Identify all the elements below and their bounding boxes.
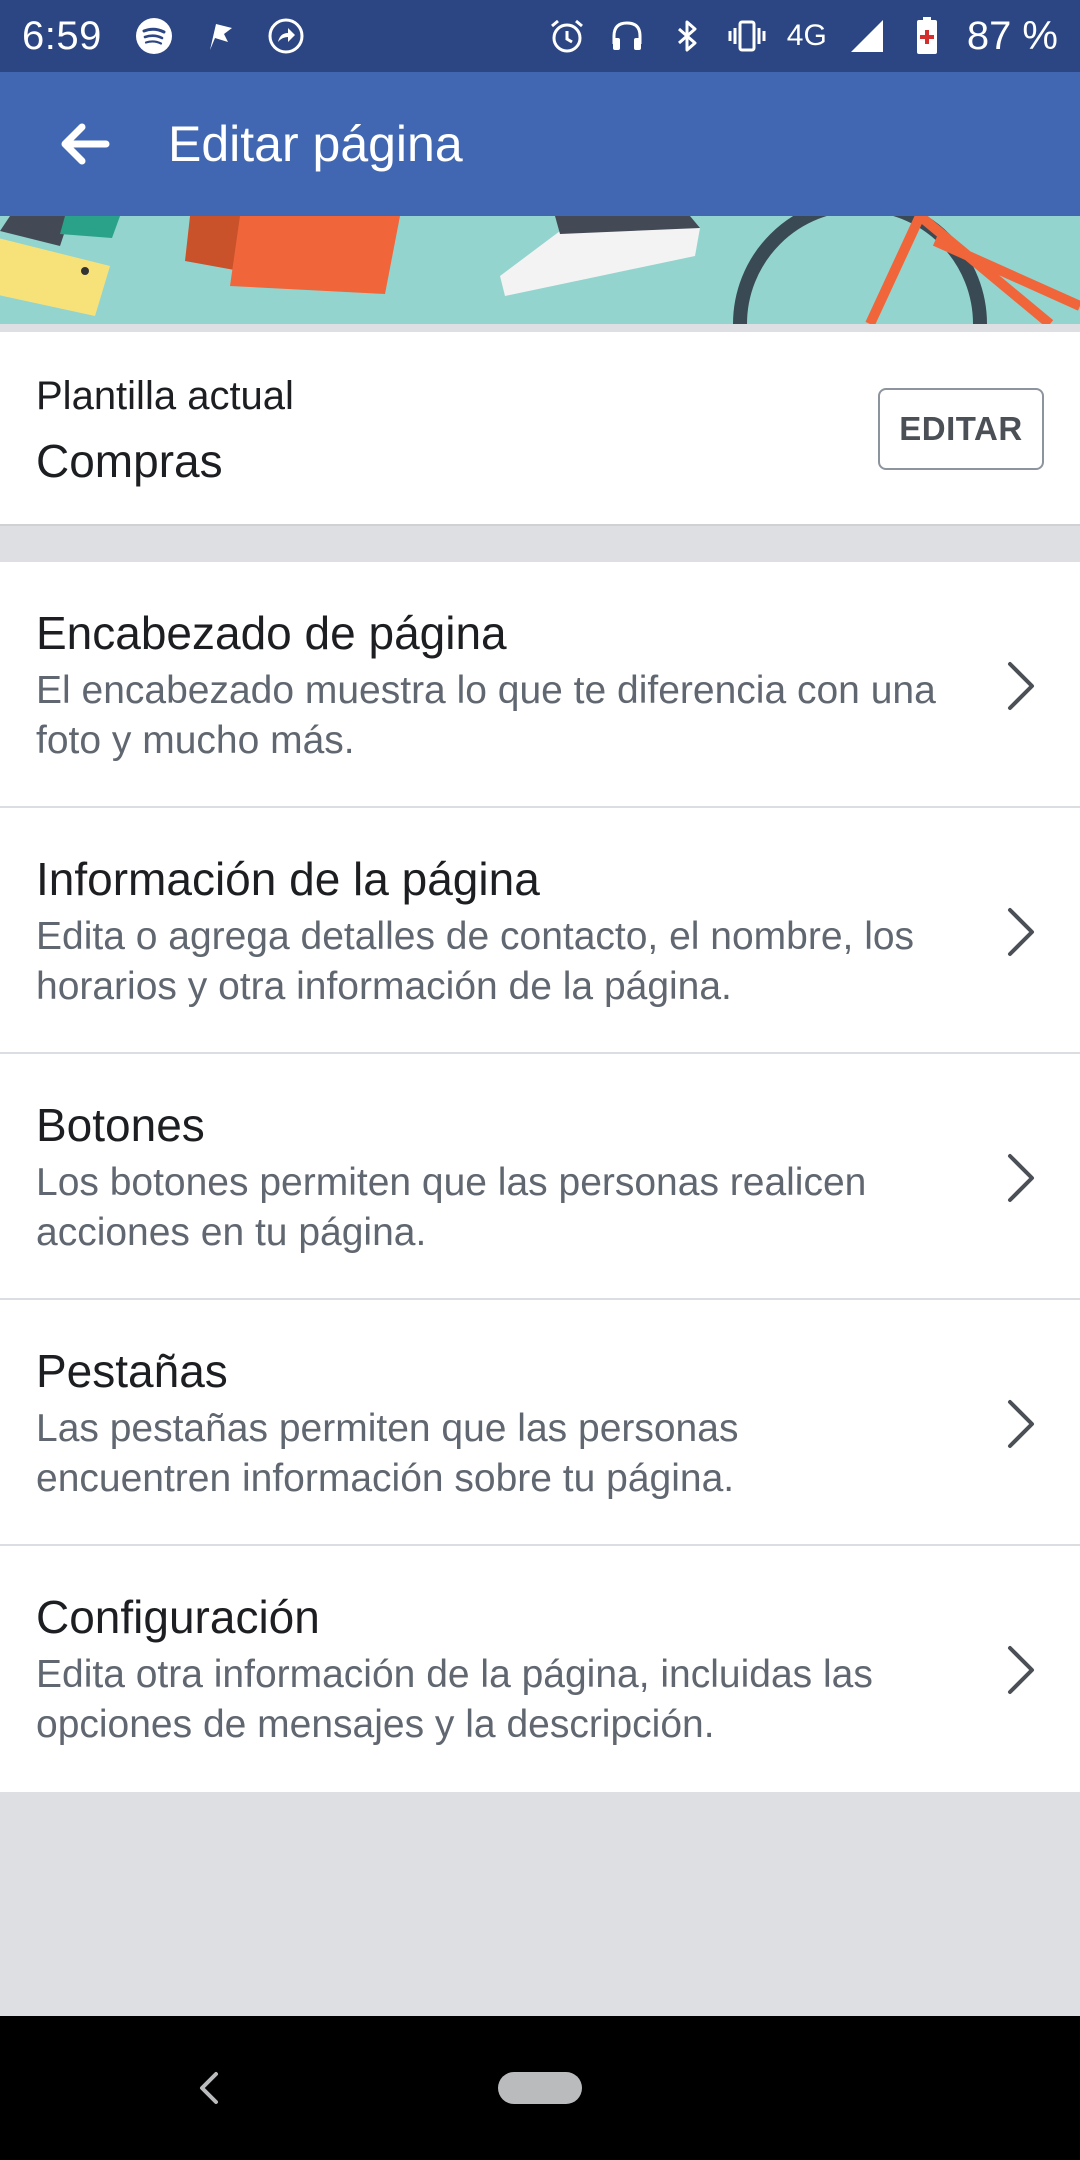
share-icon: [266, 16, 306, 56]
bluetooth-icon: [667, 16, 707, 56]
menu-item-settings[interactable]: Configuración Edita otra información de …: [0, 1546, 1080, 1792]
menu-item-page-info[interactable]: Información de la página Edita o agrega …: [0, 808, 1080, 1054]
cover-image: [0, 216, 1080, 324]
menu-item-title: Encabezado de página: [36, 607, 507, 659]
menu-item-tabs[interactable]: Pestañas Las pestañas permiten que las p…: [0, 1300, 1080, 1546]
chevron-right-icon: [1000, 1640, 1040, 1700]
system-nav-bar: [0, 2016, 1080, 2160]
menu-item-description: Los botones permiten que las personas re…: [36, 1161, 867, 1254]
settings-menu-list: Encabezado de página El encabezado muest…: [0, 562, 1080, 1792]
template-card: Plantilla actual Compras EDITAR: [0, 332, 1080, 526]
status-time: 6:59: [22, 13, 102, 58]
menu-item-page-header[interactable]: Encabezado de página El encabezado muest…: [0, 562, 1080, 808]
menu-item-title: Pestañas: [36, 1345, 228, 1397]
menu-item-description: Edita otra información de la página, inc…: [36, 1653, 873, 1746]
app-bar: Editar página: [0, 72, 1080, 216]
back-button[interactable]: [44, 104, 124, 184]
status-notification-icons: [134, 16, 306, 56]
alarm-icon: [547, 16, 587, 56]
menu-item-description: Edita o agrega detalles de contacto, el …: [36, 915, 915, 1008]
chevron-right-icon: [1000, 1394, 1040, 1454]
menu-item-buttons[interactable]: Botones Los botones permiten que las per…: [0, 1054, 1080, 1300]
battery-percent: 87 %: [966, 13, 1058, 58]
menu-item-title: Información de la página: [36, 853, 540, 905]
network-type: 4G: [786, 19, 827, 52]
nav-back-icon: [200, 2072, 218, 2104]
chevron-right-icon: [1000, 656, 1040, 716]
spotify-icon: [134, 16, 174, 56]
menu-item-description: El encabezado muestra lo que te diferenc…: [36, 669, 936, 762]
flag-icon: [200, 16, 240, 56]
page-title: Editar página: [168, 116, 463, 172]
menu-item-title: Botones: [36, 1099, 205, 1151]
arrow-left-icon: [61, 123, 110, 165]
template-value: Compras: [36, 435, 223, 487]
vibrate-icon: [727, 16, 767, 56]
template-label: Plantilla actual: [36, 374, 294, 418]
edit-template-button[interactable]: EDITAR: [878, 388, 1044, 470]
status-bar: 6:59 4G 87 %: [0, 0, 1080, 72]
nav-back-button[interactable]: [188, 2060, 228, 2116]
nav-home-button[interactable]: [498, 2072, 582, 2104]
signal-icon: [847, 16, 887, 56]
chevron-right-icon: [1000, 1148, 1040, 1208]
battery-icon: [907, 16, 947, 56]
chevron-right-icon: [1000, 902, 1040, 962]
menu-item-description: Las pestañas permiten que las personas e…: [36, 1407, 739, 1500]
headphones-icon: [607, 16, 647, 56]
menu-item-title: Configuración: [36, 1591, 320, 1643]
status-system-icons: 4G 87 %: [547, 14, 1058, 59]
